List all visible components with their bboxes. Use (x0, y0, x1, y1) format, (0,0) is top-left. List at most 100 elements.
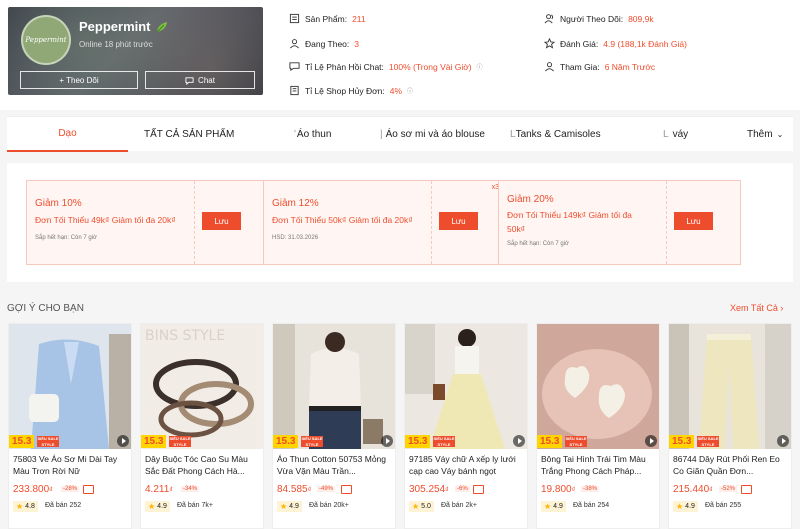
play-video-icon[interactable] (645, 435, 657, 447)
chevron-right-icon: › (780, 303, 784, 313)
rating-badge: ★ 4.9 (541, 501, 566, 512)
rating-badge: ★ 5.0 (409, 501, 434, 512)
product-icon (289, 13, 300, 24)
stat-products: Sản Phẩm: 211 (289, 13, 366, 24)
product-price: 19.800₫ (541, 484, 576, 495)
star-icon (544, 38, 555, 49)
star-icon: ★ (148, 502, 156, 511)
star-icon: ★ (16, 502, 24, 511)
sold-count: Đã bán 252 (45, 502, 82, 509)
product-image: BINS STYLE (141, 324, 263, 449)
rating-badge: ★ 4.9 (277, 501, 302, 512)
product-name: 75803 Ve Áo Sơ Mi Dài Tay Màu Trơn Rời N… (13, 454, 118, 476)
voucher-section: Giảm 10% Đơn Tối Thiểu 49k₫ Giảm tối đa … (7, 163, 793, 282)
chat-icon (185, 76, 194, 85)
product-card[interactable]: 15.3 SIÊU SALE STYLE Bông Tai Hình Trái T… (536, 323, 660, 529)
chevron-down-icon: ⌄ (776, 130, 784, 139)
product-name: Dây Buộc Tóc Cao Su Màu Sắc Đất Phong Cá… (145, 454, 248, 476)
shop-avatar[interactable]: Peppermint (21, 15, 71, 65)
star-icon: ★ (280, 502, 288, 511)
discount-badge: -38% (581, 486, 600, 492)
follow-button[interactable]: + Theo Dõi (20, 71, 138, 89)
product-image (537, 324, 659, 449)
online-status: Online 18 phút trước (79, 40, 153, 49)
sale-badge: 15.3 SIÊU SALE STYLE (273, 435, 397, 448)
star-icon: ★ (544, 502, 552, 511)
play-video-icon[interactable] (513, 435, 525, 447)
discount-badge: -6% (455, 486, 470, 492)
sale-badge: 15.3 SIÊU SALE STYLE (9, 435, 133, 448)
sale-badge: 15.3 SIÊU SALE STYLE (669, 435, 793, 448)
tab-more[interactable]: Thêm ⌄ (747, 117, 783, 152)
tab-home[interactable]: Dạo (7, 117, 128, 152)
product-image (405, 324, 527, 449)
stat-rating: Đánh Giá: 4.9 (188,1k Đánh Giá) (544, 38, 687, 49)
sold-count: Đã bán 20k+ (309, 502, 349, 509)
info-icon[interactable]: ⓘ (407, 86, 413, 95)
product-price: 4.211₫ (145, 484, 173, 495)
tab-shirts-blouses[interactable]: | Áo sơ mi và áo blouse (380, 117, 485, 152)
discount-badge: -49% (317, 486, 336, 492)
voucher-card: Giảm 20% Đơn Tối Thiểu 149k₫ Giảm tối đa… (498, 180, 741, 265)
shipping-icon (473, 485, 484, 494)
voucher-card: x3 Giảm 12% Đơn Tối Thiểu 50k₫ Giảm tối … (263, 180, 506, 265)
rating-badge: ★ 4.9 (673, 501, 698, 512)
product-price: 84.585₫ (277, 484, 312, 495)
discount-badge: -28% (61, 486, 80, 492)
product-card[interactable]: 15.3 SIÊU SALE STYLE 86744 Dây Rút Phối R… (668, 323, 792, 529)
stat-joined: Tham Gia: 6 Năm Trước (544, 61, 655, 72)
shipping-icon (741, 485, 752, 494)
product-card[interactable]: 15.3 SIÊU SALE STYLE Áo Thun Cotton 50753… (272, 323, 396, 529)
stat-cancel-rate: Tỉ Lệ Shop Hủy Đơn: 4% ⓘ (289, 85, 413, 96)
shop-name: Peppermint (79, 19, 169, 34)
rating-badge: ★ 4.9 (145, 501, 170, 512)
discount-badge: -34% (181, 486, 200, 492)
shop-header: Peppermint Peppermint Online 18 phút trư… (0, 0, 800, 110)
leaf-icon (156, 21, 167, 32)
sale-badge: 15.3 SIÊU SALE STYLE (537, 435, 661, 448)
product-card[interactable]: 15.3 SIÊU SALE STYLE 75803 Ve Áo Sơ Mi Dà… (8, 323, 132, 529)
following-icon (290, 39, 299, 49)
play-video-icon[interactable] (117, 435, 129, 447)
cancel-rate-icon (290, 85, 299, 96)
see-all-link[interactable]: Xem Tất Cả › (730, 303, 783, 313)
sold-count: Đã bán 255 (705, 502, 742, 509)
rating-badge: ★ 4.8 (13, 501, 38, 512)
svg-text:BINS STYLE: BINS STYLE (145, 328, 225, 344)
tab-skirts[interactable]: Lváy (663, 117, 688, 152)
shipping-icon (341, 485, 352, 494)
tab-tanks-camisoles[interactable]: L Tanks & Camisoles (510, 117, 601, 152)
save-voucher-button[interactable]: Lưu (202, 212, 241, 230)
star-icon: ★ (676, 502, 684, 511)
product-name: Áo Thun Cotton 50753 Mỏng Vừa Vặn Màu Tr… (277, 454, 387, 476)
product-name: Bông Tai Hình Trái Tim Màu Trắng Phong C… (541, 454, 646, 476)
stat-chat-response: Tỉ Lệ Phản Hồi Chat: 100% (Trong Vài Giờ)… (289, 61, 483, 72)
shop-tabs: Dạo TẤT CẢ SẢN PHẨM ' Áo thun | Áo sơ mi v… (7, 116, 793, 152)
tab-tshirts[interactable]: ' Áo thun (294, 117, 331, 152)
discount-badge: -52% (719, 486, 738, 492)
stat-followers: Người Theo Dõi: 809,9k (544, 13, 654, 24)
chat-button[interactable]: Chat (145, 71, 255, 89)
product-card[interactable]: 15.3 SIÊU SALE STYLE 97185 Váy chữ A xếp … (404, 323, 528, 529)
product-name: 97185 Váy chữ A xếp ly lưới cạp cao Váy … (409, 454, 516, 476)
product-name: 86744 Dây Rút Phối Ren Eo Co Giãn Quần Đ… (673, 454, 780, 476)
save-voucher-button[interactable]: Lưu (439, 212, 478, 230)
followers-icon (544, 14, 554, 24)
play-video-icon[interactable] (777, 435, 789, 447)
product-price: 215.440₫ (673, 484, 713, 495)
save-voucher-button[interactable]: Lưu (674, 212, 713, 230)
tab-all-products[interactable]: TẤT CẢ SẢN PHẨM (144, 117, 234, 152)
shipping-icon (83, 485, 94, 494)
play-video-icon[interactable] (381, 435, 393, 447)
section-title: GỢI Ý CHO BẠN (7, 303, 84, 314)
info-icon[interactable]: ⓘ (477, 62, 483, 71)
product-image (669, 324, 791, 449)
sale-badge: 15.3 SIÊU SALE STYLE (141, 435, 265, 448)
joined-icon (545, 62, 554, 72)
voucher-card: Giảm 10% Đơn Tối Thiểu 49k₫ Giảm tối đa … (26, 180, 269, 265)
product-image (273, 324, 395, 449)
product-price: 305.254₫ (409, 484, 449, 495)
stat-following: Đang Theo: 3 (289, 38, 359, 49)
product-price: 233.800₫ (13, 484, 53, 495)
product-card[interactable]: BINS STYLE 15.3 SIÊU SALE STYLE Dây Buộc … (140, 323, 264, 529)
